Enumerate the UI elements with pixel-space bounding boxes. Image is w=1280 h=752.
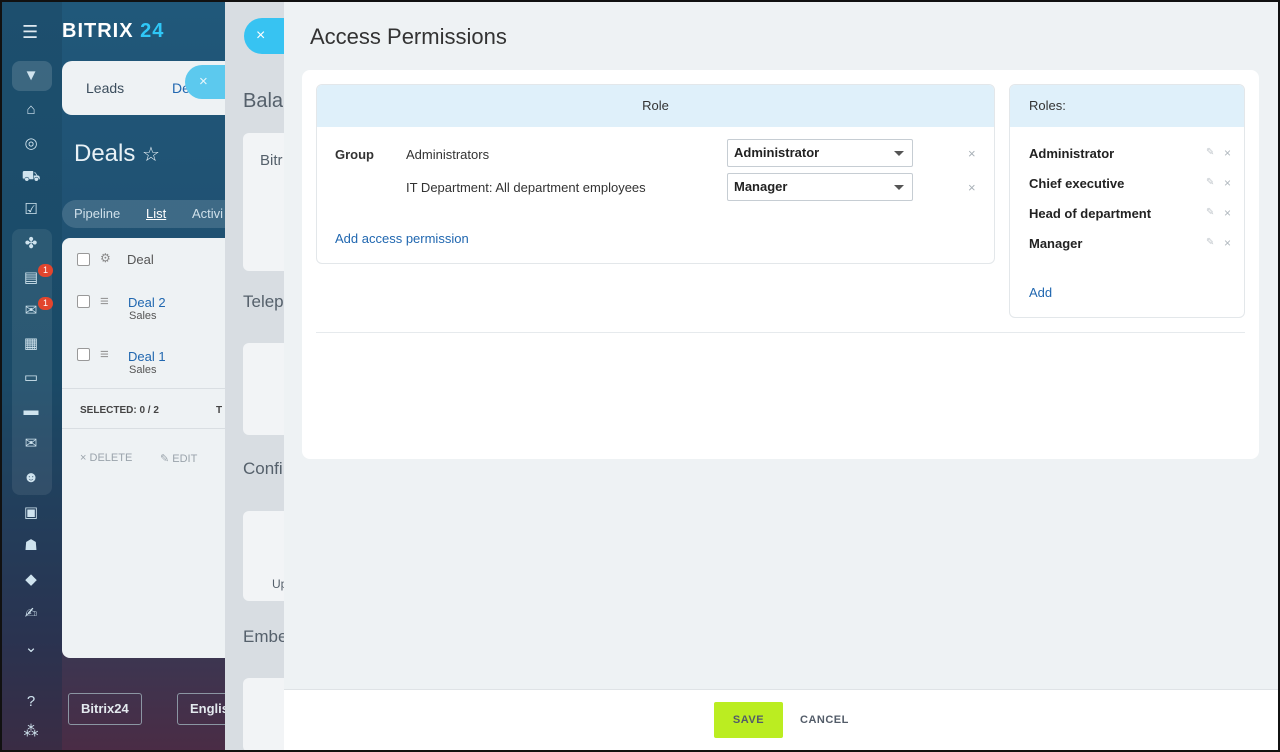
- delete-icon[interactable]: ×: [1224, 176, 1231, 190]
- role-item[interactable]: Chief executive: [1029, 176, 1124, 191]
- mail-icon[interactable]: ✉: [21, 434, 41, 454]
- page-title: Deals ☆: [74, 140, 160, 167]
- calendar-icon[interactable]: ▦: [21, 334, 41, 354]
- slider-section: Confi: [243, 459, 283, 478]
- column-header-deal: Deal: [127, 252, 154, 267]
- delete-icon[interactable]: ×: [1224, 236, 1231, 250]
- role-select[interactable]: Manager: [727, 173, 913, 201]
- role-select[interactable]: Administrator: [727, 139, 913, 167]
- feed-counter-badge: 1: [38, 264, 53, 277]
- subtab-list[interactable]: List: [146, 206, 166, 221]
- row-checkbox[interactable]: [77, 348, 90, 361]
- cancel-button[interactable]: CANCEL: [796, 702, 853, 738]
- deal-link[interactable]: Deal 2: [128, 295, 166, 310]
- total-count: T: [216, 405, 223, 416]
- target-icon[interactable]: ◎: [21, 134, 41, 154]
- role-item[interactable]: Administrator: [1029, 146, 1114, 161]
- bank-icon[interactable]: ⌂: [21, 100, 41, 120]
- permissions-card: Role Group Administrators Administrator …: [302, 70, 1259, 459]
- sitemap-icon[interactable]: ⁂: [21, 722, 41, 742]
- menu-icon[interactable]: ☰: [22, 22, 38, 43]
- chat-counter-badge: 1: [38, 297, 53, 310]
- left-sidebar: ☰ ▼ ⌂ ◎ ⛟ ☑ ✤ ▤ 1 ✉ 1 ▦ ▭ ▬ ✉ ☻ ▣ ☗ ◆ ✍ …: [0, 0, 62, 752]
- chevron-down-icon: [894, 185, 904, 190]
- close-icon[interactable]: ×: [244, 18, 284, 54]
- deal-link[interactable]: Deal 1: [128, 349, 166, 364]
- roles-list: Roles: Administrator ✎ × Chief executive…: [1009, 84, 1245, 318]
- gear-icon[interactable]: ⚙: [100, 251, 111, 265]
- slider-heading: Bala: [243, 90, 284, 112]
- star-icon[interactable]: ☆: [142, 144, 160, 166]
- drive-icon[interactable]: ▬: [21, 401, 41, 421]
- role-column-header: Role: [317, 85, 994, 127]
- checkbox-icon[interactable]: ☑: [21, 200, 41, 220]
- delete-icon[interactable]: ×: [1224, 146, 1231, 160]
- close-icon: ×: [80, 452, 87, 464]
- help-icon[interactable]: ?: [21, 692, 41, 712]
- filter-icon[interactable]: ▼: [21, 66, 41, 86]
- cart-icon[interactable]: ⛟: [21, 167, 41, 187]
- permission-subject: IT Department: All department employees: [406, 180, 646, 195]
- delete-button[interactable]: × DELETE: [80, 452, 132, 464]
- chevron-down-icon: [894, 151, 904, 156]
- slider-text: Bitr: [260, 152, 283, 169]
- document-icon[interactable]: ▭: [21, 368, 41, 388]
- permission-subject: Administrators: [406, 147, 490, 162]
- remove-permission-icon[interactable]: ×: [968, 180, 976, 195]
- subtab-pipeline[interactable]: Pipeline: [74, 206, 120, 221]
- drag-icon[interactable]: ≡: [100, 346, 109, 363]
- role-item[interactable]: Manager: [1029, 236, 1082, 251]
- add-role-link[interactable]: Add: [1029, 285, 1052, 300]
- bitrix24-button[interactable]: Bitrix24: [68, 693, 142, 725]
- edit-icon[interactable]: ✎: [1206, 237, 1214, 248]
- drag-icon[interactable]: ≡: [100, 293, 109, 310]
- edit-icon[interactable]: ✎: [1206, 177, 1214, 188]
- pencil-icon: ✎: [160, 453, 170, 465]
- roles-header: Roles:: [1010, 85, 1244, 127]
- role-item[interactable]: Head of department: [1029, 206, 1151, 221]
- robot-icon[interactable]: ☗: [21, 536, 41, 556]
- edit-button[interactable]: ✎ EDIT: [160, 452, 197, 465]
- access-permissions-panel: Access Permissions Role Group Administra…: [284, 0, 1280, 752]
- panel-title: Access Permissions: [310, 24, 507, 49]
- deal-stage: Sales: [129, 310, 157, 322]
- deal-stage: Sales: [129, 364, 157, 376]
- crm-icon[interactable]: ✤: [21, 234, 41, 254]
- delete-icon[interactable]: ×: [1224, 206, 1231, 220]
- app-logo: BITRIX 24: [62, 20, 165, 42]
- slider-section: Embe: [243, 627, 288, 646]
- save-button[interactable]: SAVE: [714, 702, 783, 738]
- tab-leads[interactable]: Leads: [86, 80, 124, 96]
- chevron-down-icon[interactable]: ⌄: [21, 638, 41, 658]
- signature-icon[interactable]: ✍: [21, 604, 41, 624]
- close-icon[interactable]: ×: [185, 65, 225, 99]
- panel-footer: SAVE CANCEL: [284, 689, 1280, 752]
- row-checkbox[interactable]: [77, 295, 90, 308]
- contact-card-icon[interactable]: ▣: [21, 503, 41, 523]
- select-all-checkbox[interactable]: [77, 253, 90, 266]
- selected-count: SELECTED: 0 / 2: [80, 405, 159, 416]
- edit-icon[interactable]: ✎: [1206, 207, 1214, 218]
- remove-permission-icon[interactable]: ×: [968, 146, 976, 161]
- edit-icon[interactable]: ✎: [1206, 147, 1214, 158]
- team-icon[interactable]: ☻: [21, 468, 41, 488]
- subtab-activities[interactable]: Activi: [192, 206, 223, 221]
- box-icon[interactable]: ◆: [21, 570, 41, 590]
- role-table: Role Group Administrators Administrator …: [316, 84, 995, 264]
- group-label: Group: [335, 147, 374, 162]
- slider-section: Telep: [243, 292, 284, 311]
- card-divider: [316, 332, 1245, 333]
- add-access-permission-link[interactable]: Add access permission: [335, 231, 469, 246]
